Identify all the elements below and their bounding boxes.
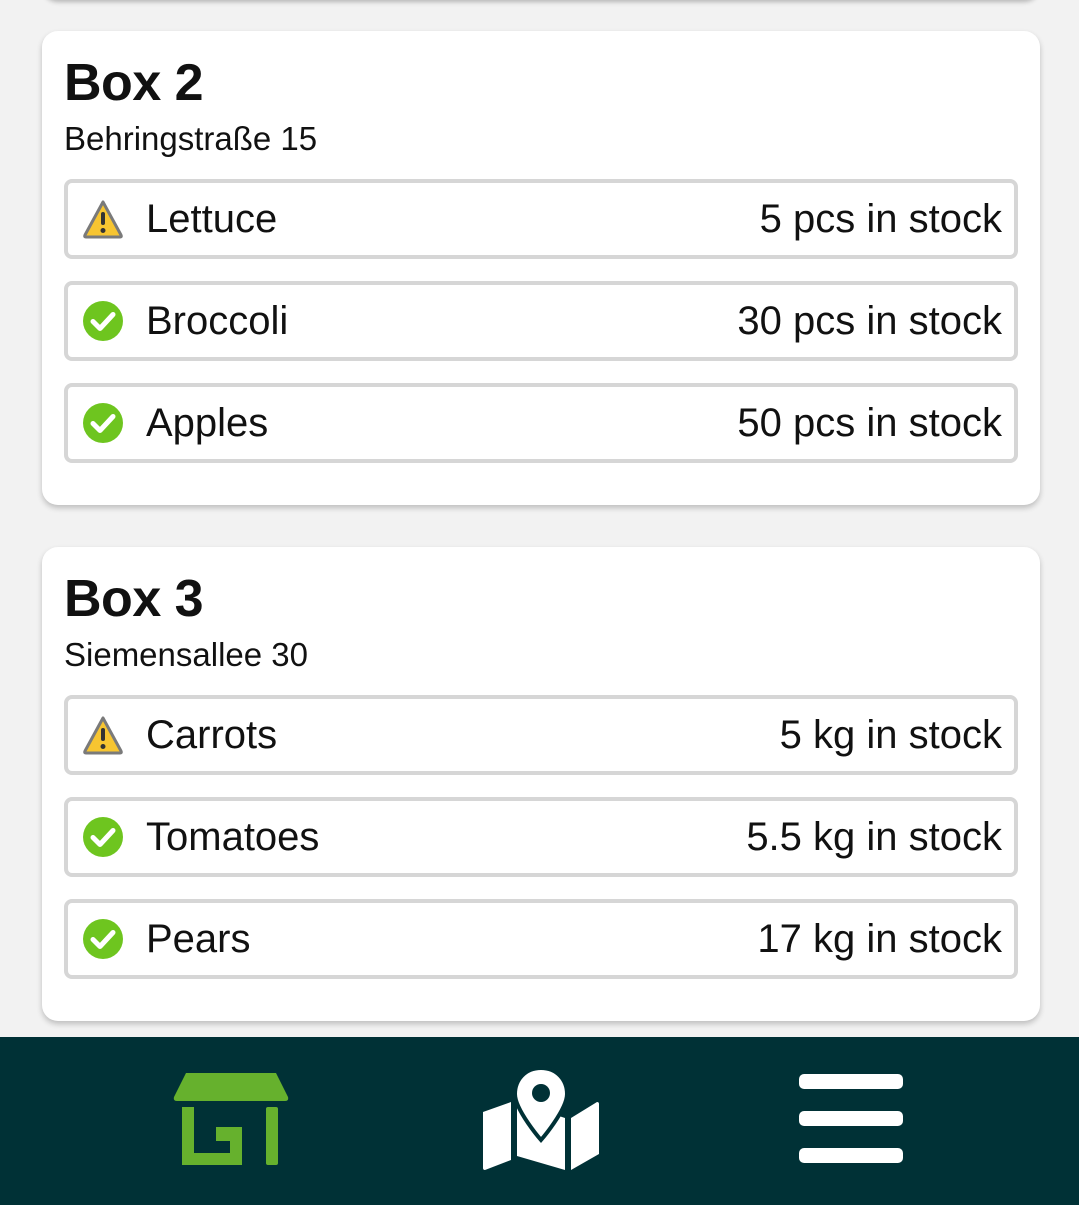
item-stock: 50 pcs in stock bbox=[737, 400, 1002, 445]
item-name: Tomatoes bbox=[146, 814, 320, 859]
item-name: Carrots bbox=[146, 712, 278, 757]
warning-icon bbox=[82, 714, 124, 756]
item-stock: 5.5 kg in stock bbox=[746, 814, 1002, 859]
item-name: Lettuce bbox=[146, 196, 278, 241]
nav-shop-button[interactable] bbox=[111, 1037, 351, 1205]
check-circle-icon bbox=[82, 402, 124, 444]
stock-list: Lettuce 5 pcs in stock Broccoli 30 pcs i… bbox=[64, 179, 1018, 464]
map-icon bbox=[481, 1065, 601, 1177]
item-stock: 5 pcs in stock bbox=[759, 196, 1002, 241]
menu-icon bbox=[799, 1073, 903, 1169]
bottom-navigation bbox=[0, 1037, 1079, 1205]
nav-map-button[interactable] bbox=[421, 1037, 661, 1205]
check-circle-icon bbox=[82, 918, 124, 960]
stock-item[interactable]: Carrots 5 kg in stock bbox=[64, 695, 1018, 776]
box-title: Box 3 bbox=[64, 570, 204, 628]
warning-icon bbox=[82, 198, 124, 240]
stock-item[interactable]: Apples 50 pcs in stock bbox=[64, 383, 1018, 464]
item-stock: 17 kg in stock bbox=[757, 916, 1002, 961]
box-card[interactable]: Box 3 Siemensallee 30 Carrots 5 kg in st… bbox=[42, 547, 1040, 1021]
box-title: Box 2 bbox=[64, 54, 204, 112]
box-card[interactable]: Box 2 Behringstraße 15 Lettuce 5 pcs in … bbox=[42, 31, 1040, 505]
check-circle-icon bbox=[82, 300, 124, 342]
stock-item[interactable]: Broccoli 30 pcs in stock bbox=[64, 281, 1018, 362]
shop-icon bbox=[172, 1071, 290, 1172]
item-stock: 30 pcs in stock bbox=[737, 298, 1002, 343]
stock-list: Carrots 5 kg in stock Tomatoes 5.5 kg in… bbox=[64, 695, 1018, 980]
stock-item[interactable]: Tomatoes 5.5 kg in stock bbox=[64, 797, 1018, 878]
item-stock: 5 kg in stock bbox=[779, 712, 1002, 757]
nav-menu-button[interactable] bbox=[731, 1037, 971, 1205]
item-name: Apples bbox=[146, 400, 269, 445]
stock-item[interactable]: Pears 17 kg in stock bbox=[64, 899, 1018, 980]
item-name: Pears bbox=[146, 916, 251, 961]
box-address: Behringstraße 15 bbox=[64, 120, 318, 157]
item-name: Broccoli bbox=[146, 298, 289, 343]
stock-item[interactable]: Lettuce 5 pcs in stock bbox=[64, 179, 1018, 260]
check-circle-icon bbox=[82, 816, 124, 858]
box-address: Siemensallee 30 bbox=[64, 636, 308, 673]
